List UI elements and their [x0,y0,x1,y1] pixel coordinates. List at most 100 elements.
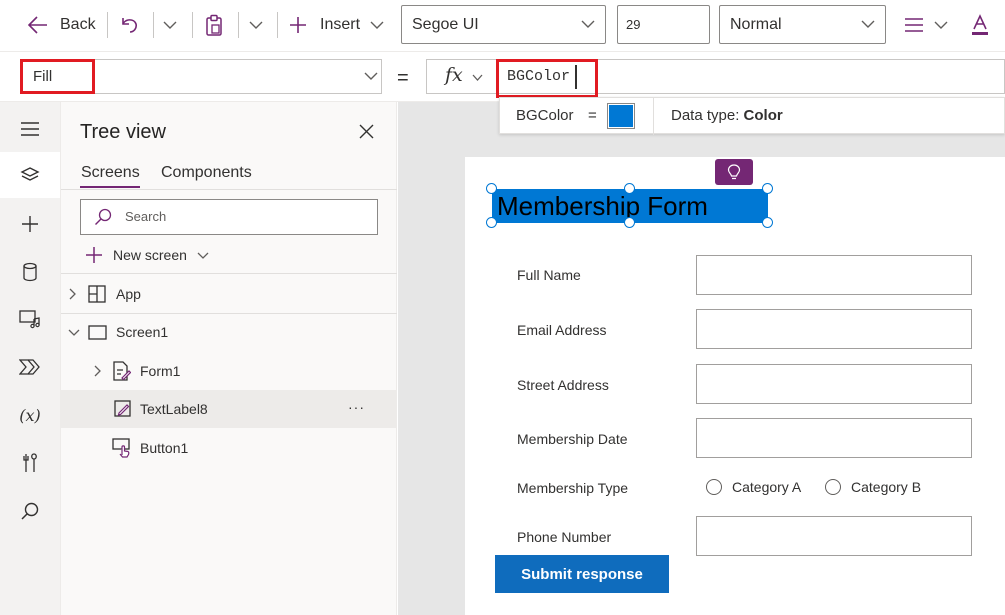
field-label-full-name: Full Name [517,267,581,283]
datatype-label: Data type: Color [671,107,783,124]
hamburger-icon [21,122,39,136]
fx-icon: fx [445,64,463,86]
new-screen-label: New screen [113,247,187,263]
plus-icon [22,216,38,232]
insert-tab[interactable] [0,201,60,247]
paste-button[interactable] [205,0,223,50]
hamburger-button[interactable] [0,106,60,152]
lightbulb-icon [727,164,741,180]
tree-item-textlabel8[interactable]: TextLabel8 ··· [61,390,397,428]
submit-button[interactable]: Submit response [495,555,669,593]
formula-highlight [496,59,598,98]
equals-sign: = [397,67,409,89]
font-color-button[interactable] [970,0,990,50]
tools-icon [23,453,37,472]
field-label-email: Email Address [517,322,607,338]
font-family-dropdown[interactable]: Segoe UI [401,5,606,44]
font-color-icon [972,14,988,35]
data-tab[interactable] [0,249,60,295]
tab-components[interactable]: Components [161,164,252,182]
search-icon [95,208,112,225]
color-swatch [607,103,635,129]
advanced-tools-tab[interactable] [0,440,60,486]
radio-circle [825,479,841,495]
resize-handle[interactable] [624,183,635,194]
resize-handle[interactable] [486,217,497,228]
radio-category-b[interactable]: Category B [825,479,921,495]
paste-menu-button[interactable] [249,0,263,50]
resize-handle[interactable] [762,183,773,194]
result-name: BGColor [516,107,574,124]
active-tab-indicator [80,186,140,188]
undo-menu-button[interactable] [163,0,177,50]
radio-label: Category A [732,479,802,495]
layers-icon [20,167,40,181]
edit-label-icon [114,400,131,417]
resize-handle[interactable] [624,217,635,228]
variables-tab[interactable]: (x) [0,392,60,438]
tree-view-title: Tree view [80,121,166,143]
ideas-button[interactable] [715,159,753,185]
new-screen-button[interactable]: New screen [85,246,209,264]
street-address-input[interactable] [696,364,972,404]
tree-item-label: Screen1 [116,324,169,340]
button-control-icon [112,438,130,458]
plus-icon [86,247,102,263]
search-tab[interactable] [0,488,60,534]
power-automate-icon [19,359,40,375]
app-icon [88,285,106,303]
chevron-right-icon [69,288,76,300]
tree-item-form1[interactable]: Form1 [61,352,397,390]
chevron-down-icon [934,21,948,29]
arrow-left-icon [28,16,47,34]
font-size-input[interactable]: 29 [617,5,710,44]
left-rail: (x) [0,102,61,615]
full-name-input[interactable] [696,255,972,295]
tree-item-button1[interactable]: Button1 [61,429,397,467]
chevron-down-icon [249,21,263,29]
back-label: Back [60,16,96,33]
chevron-down-icon [370,21,384,29]
radio-label: Category B [851,479,922,495]
resize-handle[interactable] [762,217,773,228]
tree-item-label: Form1 [140,363,181,379]
tree-view-tab[interactable] [0,152,60,198]
radio-category-a[interactable]: Category A [706,479,801,495]
power-automate-tab[interactable] [0,344,60,390]
tree-search-input[interactable]: Search [80,199,378,235]
property-highlight [20,59,95,94]
align-button[interactable] [904,0,948,50]
insert-button[interactable]: Insert [289,0,384,50]
font-family-value: Segoe UI [412,15,479,33]
datatype-value: Color [743,107,783,124]
close-icon[interactable] [359,124,374,139]
formula-bar: Fill = fx BGColor [0,52,1005,102]
tree-item-label: Button1 [140,440,189,456]
resize-handle[interactable] [486,183,497,194]
tab-screens[interactable]: Screens [81,164,140,182]
font-weight-dropdown[interactable]: Normal [719,5,886,44]
phone-number-input[interactable] [696,516,972,556]
formula-result-tooltip: BGColor = Data type: Color [499,97,1005,135]
chevron-right-icon [94,365,101,377]
more-options-icon[interactable]: ··· [348,399,365,415]
font-weight-value: Normal [730,15,782,33]
membership-date-input[interactable] [696,418,972,458]
back-button[interactable]: Back [28,0,96,50]
media-tab[interactable] [0,296,60,342]
chevron-down-icon [581,20,595,28]
chevron-down-icon [163,21,177,29]
chevron-down-icon [861,20,875,28]
tree-item-screen1[interactable]: Screen1 [61,313,397,351]
field-label-phone: Phone Number [517,529,612,545]
tree-item-label: App [116,286,141,302]
command-toolbar: Back Insert Segoe UI 29 Normal [0,0,1005,52]
tree-item-app[interactable]: App [61,275,397,313]
plus-icon [290,17,306,33]
chevron-down-icon [197,252,209,259]
insert-label: Insert [320,16,361,33]
tree-item-label: TextLabel8 [140,401,208,417]
email-input[interactable] [696,309,972,349]
fx-button[interactable]: fx [426,59,496,94]
undo-button[interactable] [119,0,139,50]
